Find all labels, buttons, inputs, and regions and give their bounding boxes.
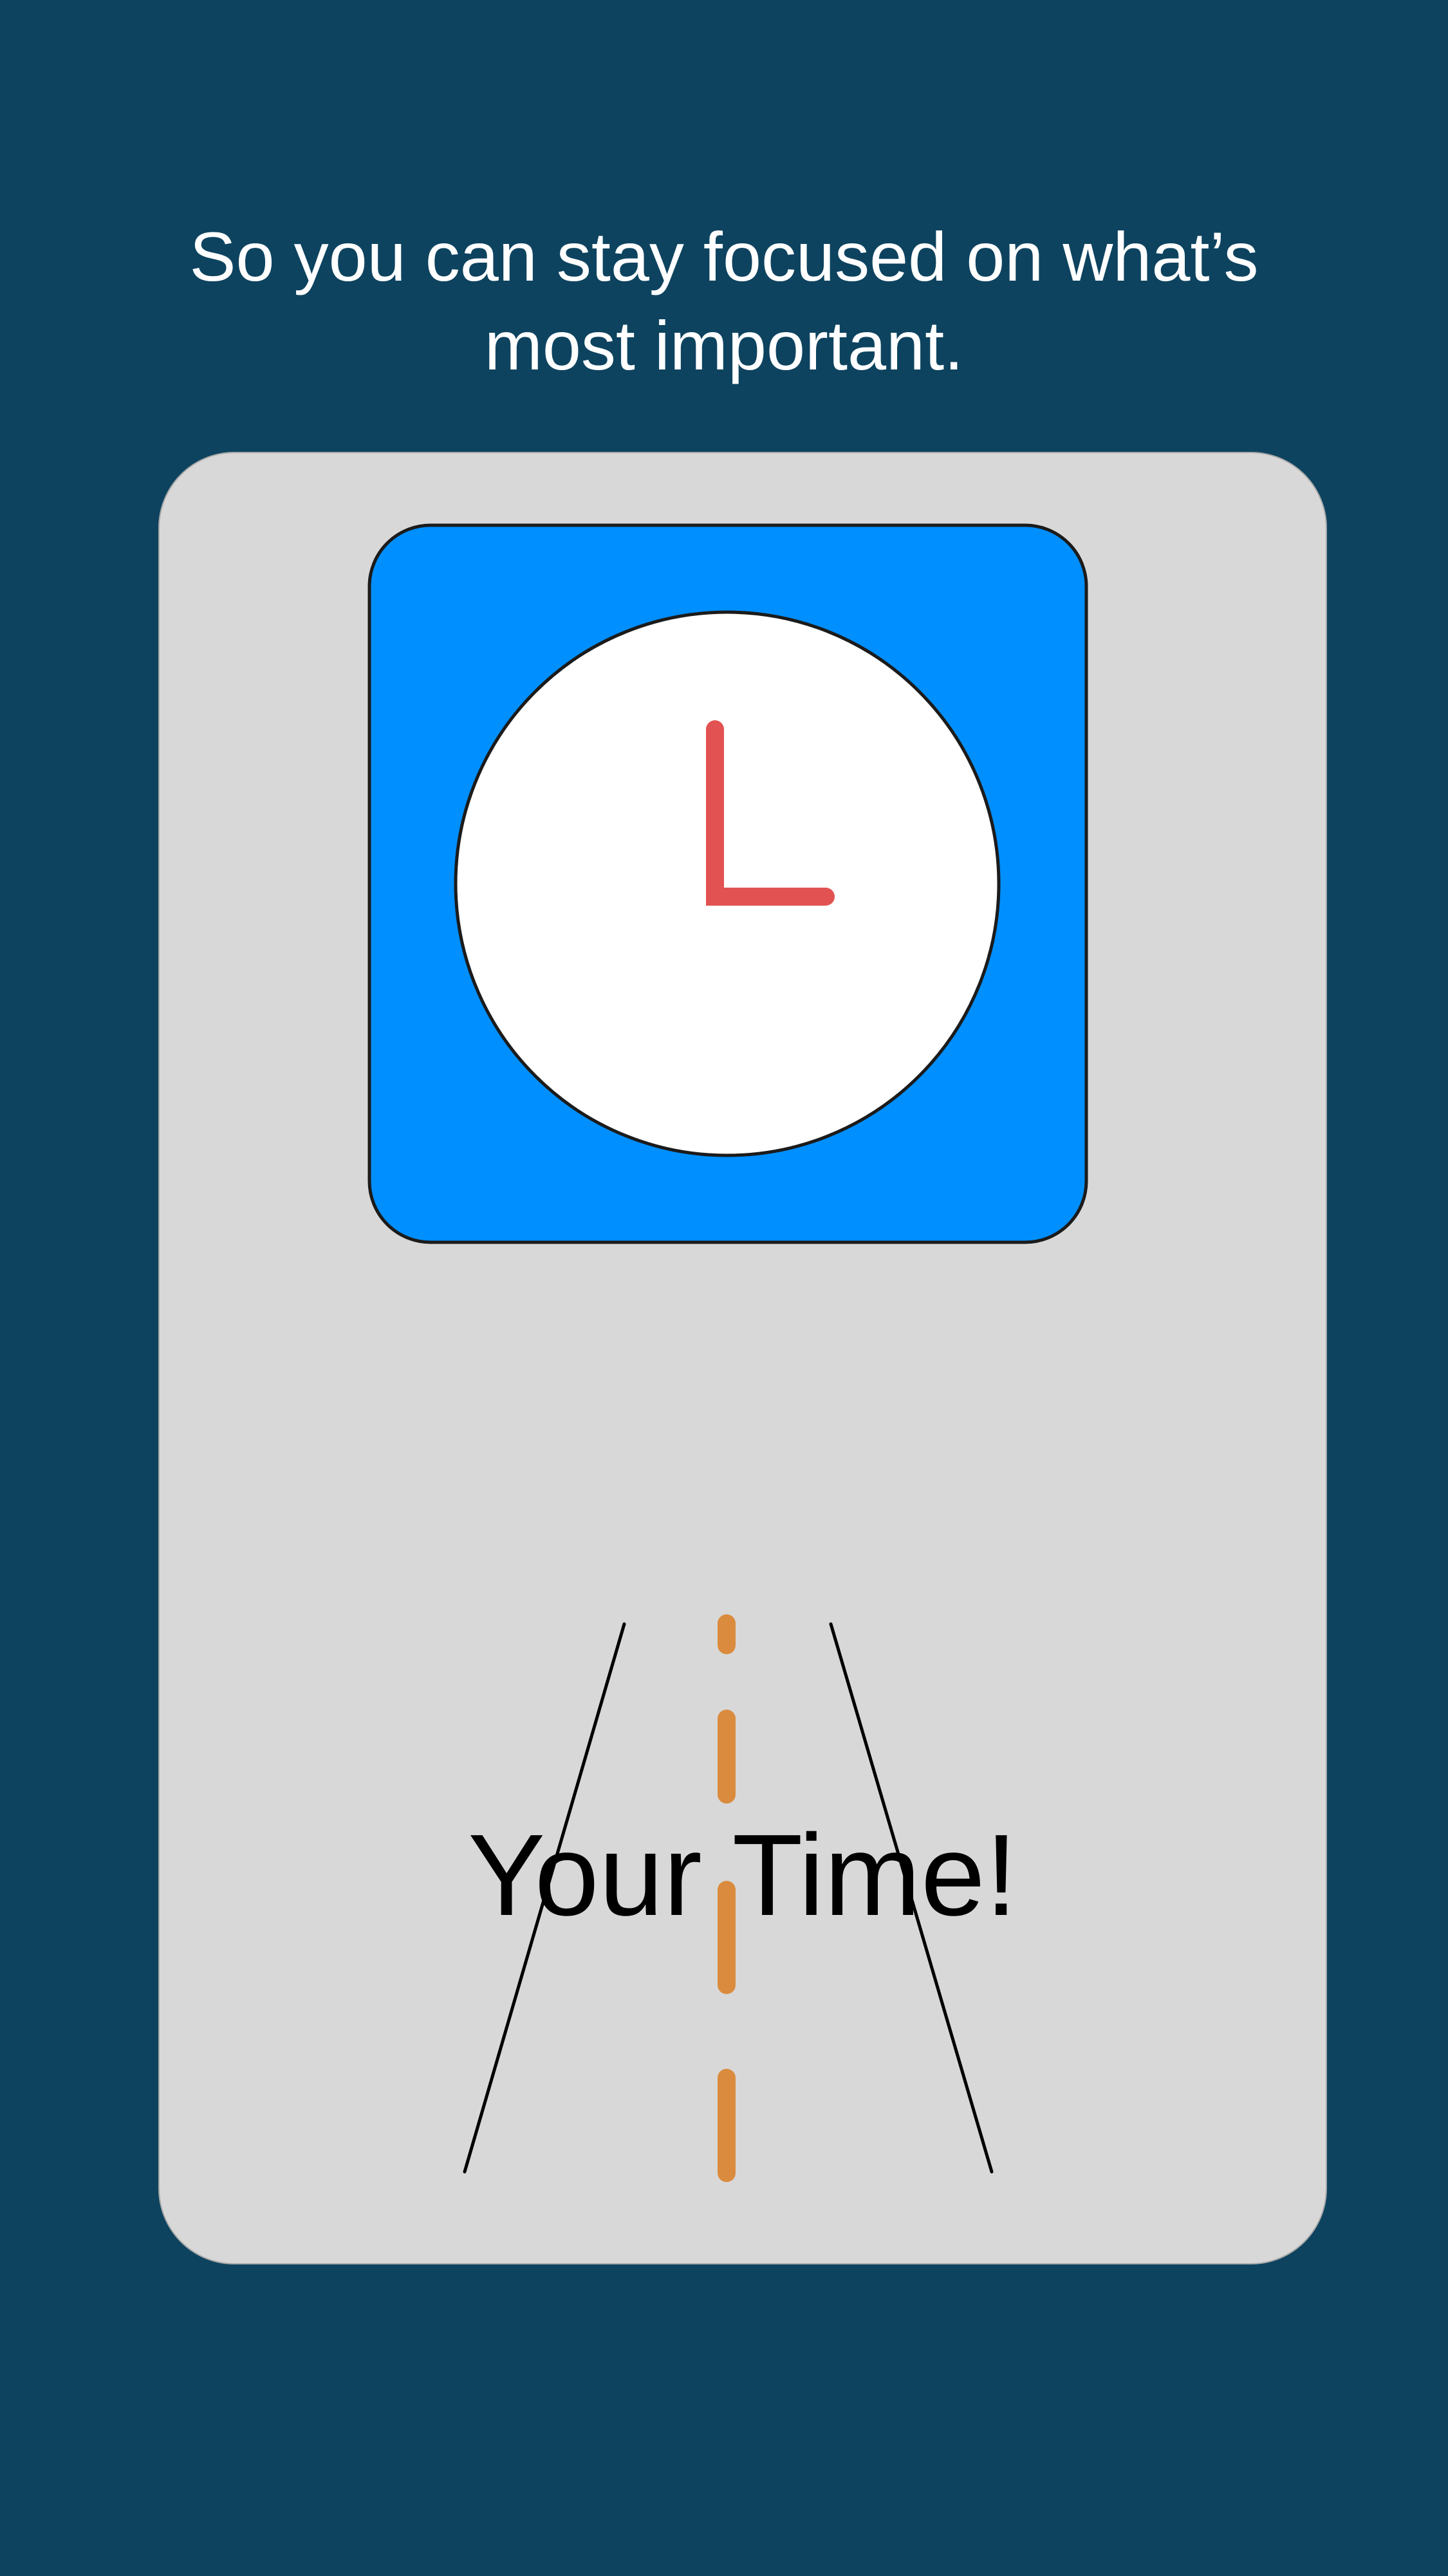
clock-icon xyxy=(367,523,1088,1244)
road-icon xyxy=(463,1614,994,2182)
illustration xyxy=(367,523,1088,2182)
road-left-edge xyxy=(463,1622,626,2174)
road-right-edge xyxy=(829,1622,994,2174)
clock-face xyxy=(454,610,1001,1157)
